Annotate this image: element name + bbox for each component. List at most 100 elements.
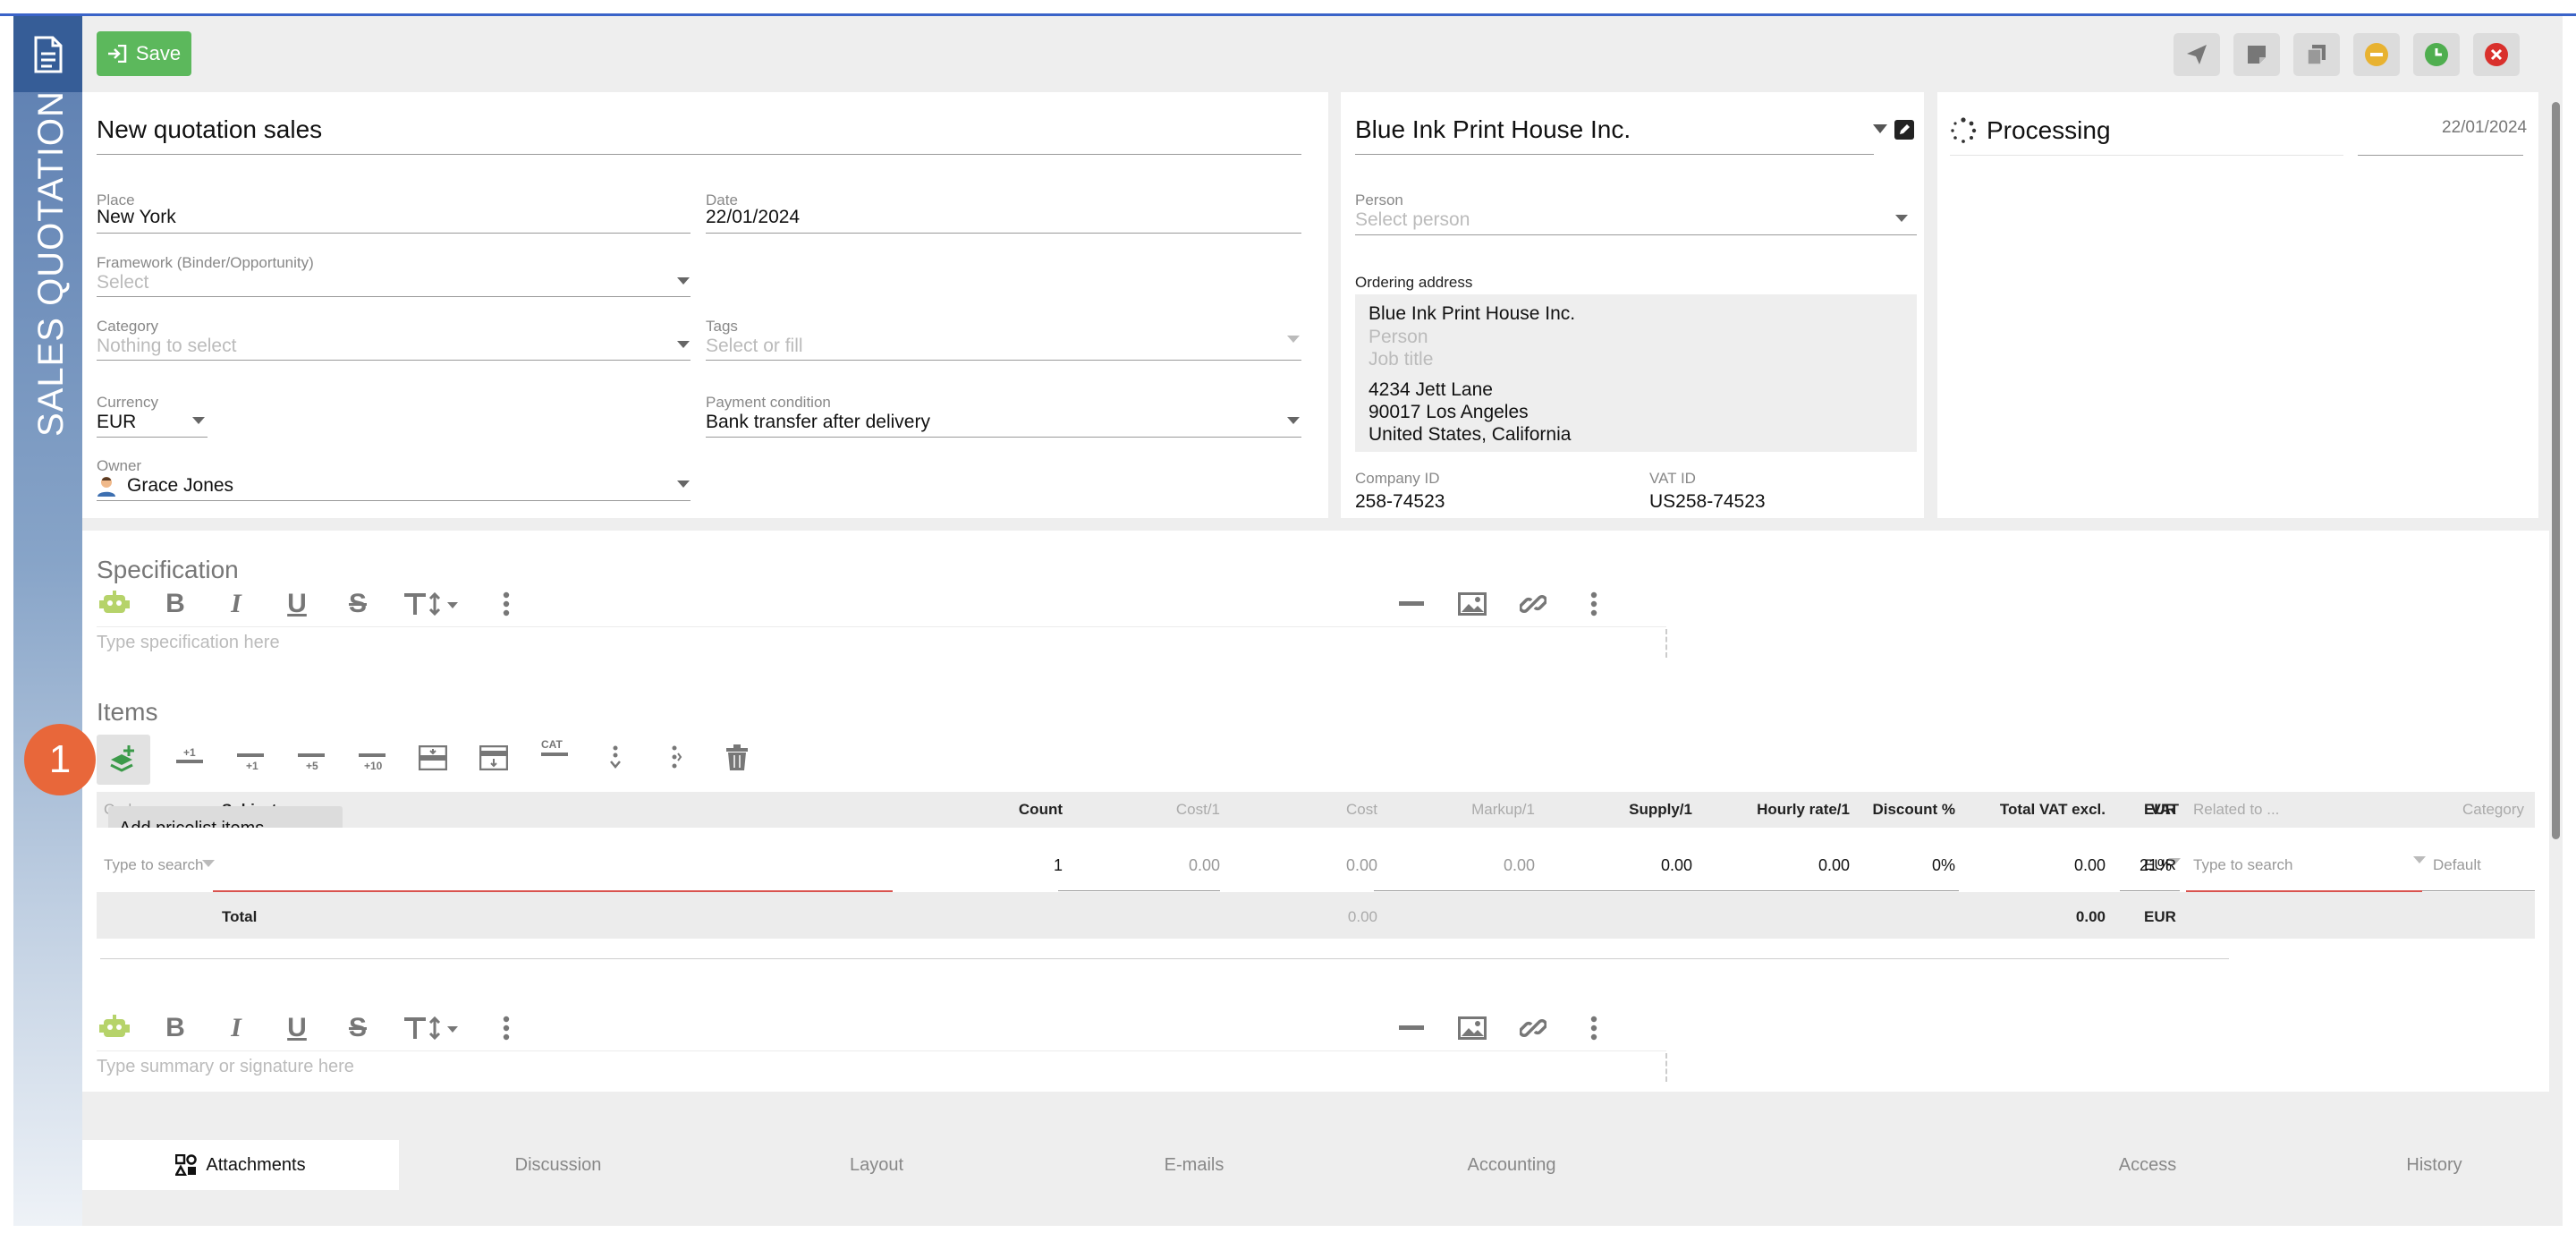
expand-columns-icon[interactable]: [658, 740, 694, 776]
strikethrough-icon[interactable]: S: [340, 586, 376, 622]
svg-text:+5: +5: [306, 760, 318, 772]
image-icon[interactable]: [1454, 586, 1490, 622]
category-row-icon[interactable]: CAT: [537, 733, 572, 769]
chevron-down-icon[interactable]: [677, 341, 690, 348]
link-icon[interactable]: [1515, 1010, 1551, 1046]
currency-select[interactable]: EUR: [97, 412, 136, 433]
scrollbar-thumb[interactable]: [2552, 102, 2560, 839]
chevron-down-icon[interactable]: [677, 480, 690, 488]
add-five-rows-icon[interactable]: +5: [293, 740, 329, 776]
customer-select[interactable]: Blue Ink Print House Inc.: [1355, 115, 1631, 144]
svg-text:CAT: CAT: [541, 738, 563, 751]
related-to-input[interactable]: Type to search: [2193, 856, 2293, 874]
payment-condition-select[interactable]: Bank transfer after delivery: [706, 412, 930, 433]
chevron-down-icon[interactable]: [1287, 417, 1300, 424]
status-date[interactable]: 22/01/2024: [2442, 118, 2527, 138]
totals-row: Total 0.00 0.00 EUR: [97, 892, 2535, 939]
tags-select[interactable]: Select or fill: [706, 336, 803, 357]
discount-input[interactable]: 0%: [1932, 856, 1955, 875]
chevron-down-icon[interactable]: [1895, 215, 1908, 222]
chevron-down-icon[interactable]: [677, 277, 690, 285]
framework-select[interactable]: Select: [97, 272, 148, 293]
trash-icon[interactable]: [719, 740, 755, 776]
owner-select[interactable]: Grace Jones: [127, 475, 233, 497]
close-icon: [2485, 43, 2508, 66]
tab-history[interactable]: History: [2306, 1140, 2563, 1190]
horizontal-rule-icon[interactable]: [1394, 586, 1429, 622]
horizontal-rule-icon[interactable]: [1394, 1010, 1429, 1046]
date-input[interactable]: 22/01/2024: [706, 207, 800, 228]
summary-editor[interactable]: Type summary or signature here: [97, 1057, 354, 1077]
chevron-down-icon[interactable]: [1287, 336, 1300, 343]
total-vat-excl-value: 0.00: [2073, 856, 2106, 874]
place-input[interactable]: New York: [97, 207, 176, 228]
insert-subtotal-icon[interactable]: [476, 740, 512, 776]
main-content: Save New quotation sales Place New York …: [24, 16, 2563, 1226]
add-ten-rows-icon[interactable]: +10: [354, 740, 390, 776]
markup-input[interactable]: 0.00: [1504, 856, 1535, 875]
tab-layout[interactable]: Layout: [717, 1140, 1036, 1190]
link-icon[interactable]: [1515, 586, 1551, 622]
sticky-note-icon: [2248, 46, 2266, 64]
chevron-down-icon[interactable]: [1873, 124, 1887, 133]
add-pricelist-items-button[interactable]: [97, 735, 150, 785]
attachments-icon: [175, 1154, 198, 1176]
category-select[interactable]: Nothing to select: [97, 336, 236, 357]
document-icon[interactable]: [13, 16, 82, 92]
ordering-address-box[interactable]: Blue Ink Print House Inc. Person Job tit…: [1355, 294, 1917, 452]
chevron-down-icon[interactable]: [202, 860, 215, 867]
strikethrough-icon[interactable]: S: [340, 1010, 376, 1046]
timer-button[interactable]: [2413, 33, 2460, 76]
note-button[interactable]: [2233, 33, 2280, 76]
robot-icon[interactable]: [97, 586, 132, 622]
clock-icon: [2425, 43, 2448, 66]
count-input[interactable]: 1: [1054, 856, 1063, 875]
more-vertical-icon[interactable]: [488, 1010, 524, 1046]
underline-icon[interactable]: U: [279, 586, 315, 622]
close-button[interactable]: [2473, 33, 2520, 76]
robot-icon[interactable]: [97, 1010, 132, 1046]
tab-discussion[interactable]: Discussion: [399, 1140, 717, 1190]
tab-accounting[interactable]: Accounting: [1352, 1140, 1671, 1190]
edit-icon[interactable]: [1894, 119, 1915, 140]
items-table-header: Code Subject Count Cost/1 Cost Markup/1 …: [97, 792, 2535, 828]
tab-attachments[interactable]: Attachments: [82, 1140, 399, 1190]
status-select[interactable]: Processing: [1987, 116, 2111, 145]
insert-section-icon[interactable]: [415, 740, 451, 776]
layers-plus-icon: [110, 745, 134, 772]
sidebar: SALES QUOTATION: [13, 16, 82, 1226]
minus-circle-icon: [2365, 43, 2388, 66]
save-button[interactable]: Save: [97, 31, 191, 76]
add-one-row-below-icon[interactable]: +1: [233, 740, 268, 776]
tab-access[interactable]: Access: [1989, 1140, 2306, 1190]
send-button[interactable]: [2174, 33, 2220, 76]
tab-emails[interactable]: E-mails: [1036, 1140, 1352, 1190]
font-size-icon[interactable]: [401, 586, 463, 622]
chevron-down-icon[interactable]: [2413, 856, 2426, 863]
supply-input[interactable]: 0.00: [1661, 856, 1692, 875]
copy-button[interactable]: [2293, 33, 2340, 76]
image-icon[interactable]: [1454, 1010, 1490, 1046]
italic-icon[interactable]: I: [218, 1010, 254, 1046]
bold-icon[interactable]: B: [157, 586, 193, 622]
hourly-rate-input[interactable]: 0.00: [1818, 856, 1850, 875]
scrollbar-track[interactable]: [2549, 93, 2563, 1226]
italic-icon[interactable]: I: [218, 586, 254, 622]
bold-icon[interactable]: B: [157, 1010, 193, 1046]
more-vertical-icon[interactable]: [1576, 586, 1612, 622]
font-size-icon[interactable]: [401, 1010, 463, 1046]
person-select[interactable]: Select person: [1355, 209, 1470, 231]
specification-editor[interactable]: Type specification here: [97, 633, 280, 653]
quotation-title-input[interactable]: New quotation sales: [97, 115, 322, 144]
bottom-tabs: Attachments Discussion Layout E-mails Ac…: [82, 1140, 2563, 1190]
underline-icon[interactable]: U: [279, 1010, 315, 1046]
more-vertical-icon[interactable]: [488, 586, 524, 622]
category-input[interactable]: Default: [2433, 856, 2481, 874]
more-vertical-icon[interactable]: [1576, 1010, 1612, 1046]
code-input[interactable]: Type to search: [104, 856, 204, 874]
add-one-row-icon[interactable]: +1: [172, 740, 208, 776]
expand-rows-icon[interactable]: [597, 740, 633, 776]
minimize-button[interactable]: [2353, 33, 2400, 76]
cost-unit-input[interactable]: 0.00: [1189, 856, 1220, 875]
chevron-down-icon[interactable]: [192, 417, 205, 424]
